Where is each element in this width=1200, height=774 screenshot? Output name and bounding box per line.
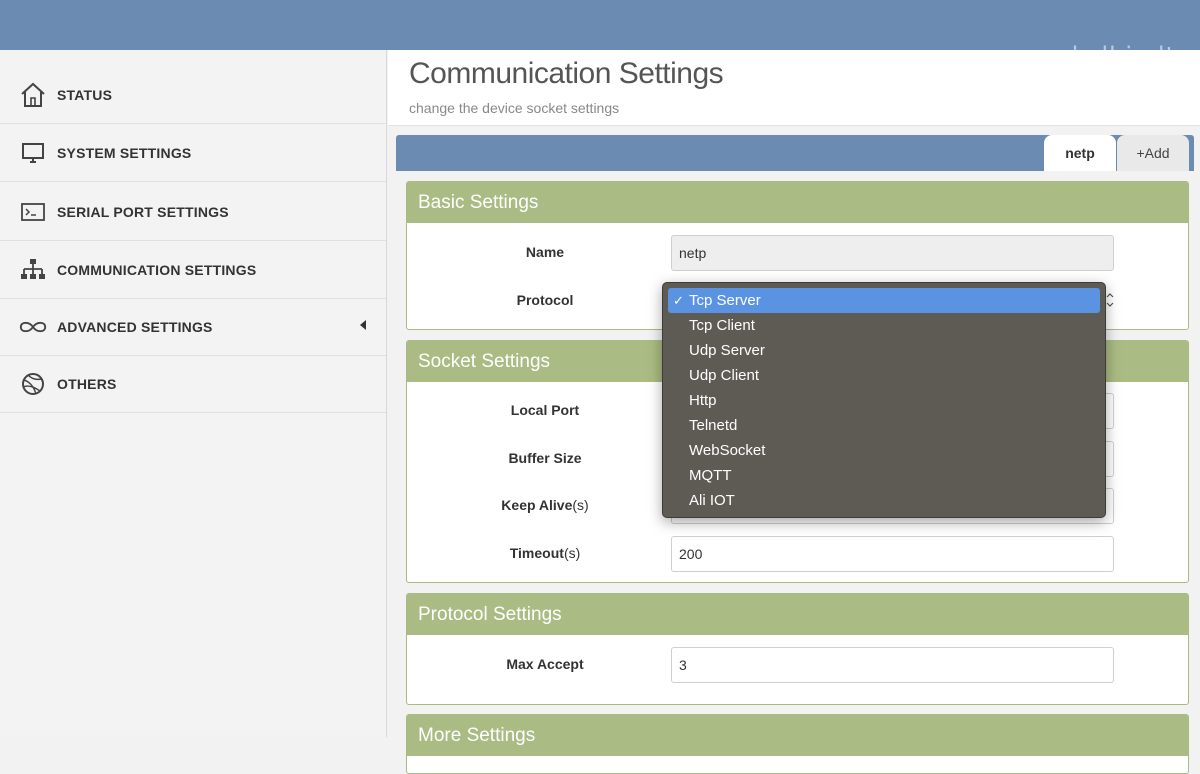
- keep-alive-text: Keep Alive: [501, 497, 572, 513]
- sitemap-icon: [18, 255, 48, 285]
- protocol-option-http[interactable]: Http: [668, 388, 1100, 413]
- terminal-icon: [18, 197, 48, 227]
- protocol-option-ali-iot[interactable]: Ali IOT: [668, 488, 1100, 513]
- panel-title: Basic Settings: [407, 182, 1188, 223]
- sidebar-item-label: SERIAL PORT SETTINGS: [57, 204, 229, 220]
- protocol-settings-panel: Protocol Settings Max Accept: [406, 593, 1189, 705]
- add-tab-button[interactable]: +Add: [1117, 135, 1189, 171]
- protocol-option-telnetd[interactable]: Telnetd: [668, 413, 1100, 438]
- chevron-left-icon: [360, 320, 366, 330]
- sidebar-item-label: STATUS: [57, 87, 112, 103]
- sidebar: STATUS SYSTEM SETTINGS SERIAL PORT SETTI…: [0, 50, 387, 737]
- timeout-field[interactable]: [671, 536, 1114, 572]
- page-title: Communication Settings: [409, 57, 723, 91]
- keep-alive-unit: (s): [572, 497, 588, 513]
- basketball-icon: [18, 369, 48, 399]
- protocol-option-mqtt[interactable]: MQTT: [668, 463, 1100, 488]
- sidebar-item-others[interactable]: OTHERS: [0, 355, 386, 413]
- checkmark-icon: ✓: [673, 288, 684, 313]
- page-header: Communication Settings change the device…: [388, 50, 1200, 126]
- max-accept-row: Max Accept: [407, 647, 1188, 683]
- sidebar-item-label: SYSTEM SETTINGS: [57, 145, 191, 161]
- max-accept-label: Max Accept: [407, 656, 683, 672]
- panel-title[interactable]: More Settings: [407, 715, 1188, 756]
- sidebar-item-label: COMMUNICATION SETTINGS: [57, 262, 256, 278]
- protocol-option-websocket[interactable]: WebSocket: [668, 438, 1100, 463]
- name-row: Name: [407, 235, 1188, 271]
- protocol-option-udp-client[interactable]: Udp Client: [668, 363, 1100, 388]
- timeout-row: Timeout(s): [407, 536, 1188, 572]
- tab-bar: netp +Add: [396, 135, 1194, 171]
- sidebar-item-system-settings[interactable]: SYSTEM SETTINGS: [0, 124, 386, 182]
- protocol-option-tcp-client[interactable]: Tcp Client: [668, 313, 1100, 338]
- protocol-option-udp-server[interactable]: Udp Server: [668, 338, 1100, 363]
- name-label: Name: [407, 244, 683, 260]
- sidebar-item-communication-settings[interactable]: COMMUNICATION SETTINGS: [0, 241, 386, 299]
- local-port-label: Local Port: [407, 402, 683, 418]
- timeout-label: Timeout(s): [407, 545, 683, 561]
- tab-netp[interactable]: netp: [1044, 135, 1116, 171]
- protocol-dropdown-menu[interactable]: ✓ Tcp Server Tcp Client Udp Server Udp Cl…: [662, 282, 1106, 518]
- top-header-bar: [0, 0, 1200, 50]
- max-accept-field[interactable]: [671, 647, 1114, 683]
- timeout-text: Timeout: [510, 545, 564, 561]
- buffer-size-label: Buffer Size: [407, 450, 683, 466]
- sidebar-item-label: OTHERS: [57, 376, 117, 392]
- infinity-icon: [18, 312, 48, 342]
- timeout-unit: (s): [564, 545, 580, 561]
- sidebar-item-label: ADVANCED SETTINGS: [57, 319, 213, 335]
- protocol-label: Protocol: [407, 292, 683, 308]
- monitor-icon: [18, 138, 48, 168]
- more-settings-panel: More Settings: [406, 714, 1189, 774]
- option-label: Tcp Server: [689, 292, 761, 309]
- name-field[interactable]: [671, 235, 1114, 271]
- sidebar-item-serial-port-settings[interactable]: SERIAL PORT SETTINGS: [0, 183, 386, 241]
- panel-title: Protocol Settings: [407, 594, 1188, 635]
- home-icon: [18, 80, 48, 110]
- page-subtitle: change the device socket settings: [409, 100, 619, 116]
- keep-alive-label: Keep Alive(s): [407, 497, 683, 513]
- sidebar-item-status[interactable]: STATUS: [0, 66, 386, 124]
- sidebar-item-advanced-settings[interactable]: ADVANCED SETTINGS: [0, 298, 386, 356]
- protocol-option-tcp-server[interactable]: ✓ Tcp Server: [668, 288, 1100, 313]
